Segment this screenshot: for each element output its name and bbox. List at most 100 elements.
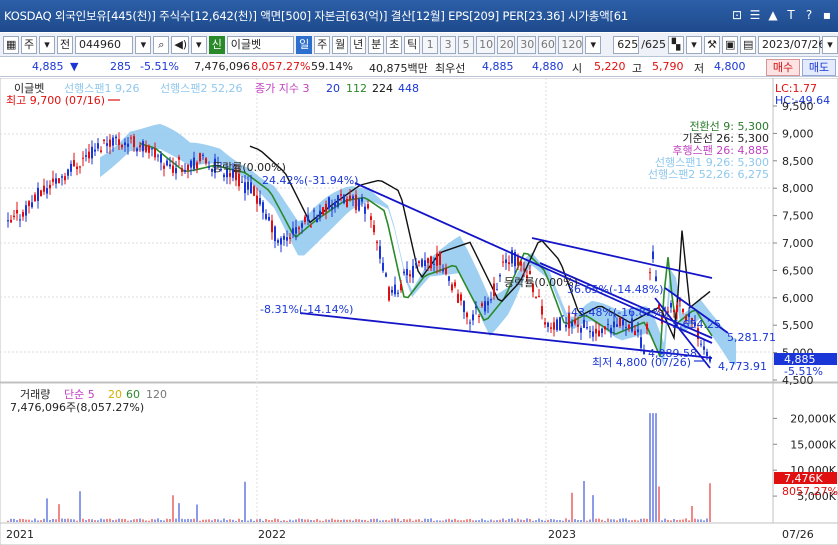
period-minute[interactable]: 분 bbox=[368, 35, 385, 54]
interval-5[interactable]: 5 bbox=[458, 35, 475, 54]
high-price: 5,790 bbox=[652, 60, 684, 73]
up-icon[interactable]: ▲ bbox=[766, 8, 780, 22]
interval-1[interactable]: 1 bbox=[422, 35, 439, 54]
candle-body bbox=[22, 212, 24, 217]
close-icon[interactable]: ▪ bbox=[820, 8, 834, 22]
interval-3[interactable]: 3 bbox=[440, 35, 457, 54]
candle-body bbox=[499, 274, 501, 277]
candle-body bbox=[637, 329, 639, 333]
candle-body bbox=[445, 267, 447, 274]
candle-body bbox=[565, 324, 567, 328]
interval-20[interactable]: 20 bbox=[496, 35, 516, 54]
candle-body bbox=[241, 181, 243, 183]
candle-body bbox=[391, 289, 393, 293]
candle-body bbox=[433, 263, 435, 265]
volume-current-pct: 8057.27% bbox=[782, 485, 838, 498]
candle-body bbox=[676, 305, 678, 312]
period-month[interactable]: 월 bbox=[332, 35, 349, 54]
best-bid: 4,880 bbox=[532, 60, 564, 73]
font-icon[interactable]: T bbox=[784, 8, 798, 22]
candle-body bbox=[604, 326, 606, 330]
candle-body bbox=[670, 303, 672, 308]
annotation-val-2: 5,281.71 bbox=[727, 331, 776, 344]
candle-body bbox=[475, 306, 477, 309]
price-tick-label: 7,500 bbox=[782, 210, 814, 223]
chart-tools-icon[interactable]: ▚ bbox=[668, 35, 684, 54]
code-dropdown-icon[interactable]: ▾ bbox=[135, 35, 152, 54]
count-input[interactable]: 625 bbox=[613, 35, 640, 54]
restore-icon[interactable]: ⊡ bbox=[730, 8, 744, 22]
help-icon[interactable]: ? bbox=[802, 8, 816, 22]
candle-body bbox=[520, 261, 522, 266]
candle-body bbox=[592, 331, 594, 337]
interval-60[interactable]: 60 bbox=[537, 35, 557, 54]
buy-button[interactable]: 매수 bbox=[766, 59, 800, 76]
period-year[interactable]: 년 bbox=[350, 35, 367, 54]
candle-body bbox=[505, 259, 507, 263]
stock-chart[interactable]: 이글벳 선행스팬1 9,26 선행스팬2 52,26 종가 지수 3 20 11… bbox=[0, 78, 838, 545]
date-dropdown-icon[interactable]: ▾ bbox=[822, 35, 838, 54]
volume-legend-ma20: 20 bbox=[108, 388, 122, 401]
grid-menu-icon[interactable]: ▦ bbox=[3, 35, 19, 54]
interval-120[interactable]: 120 bbox=[558, 35, 584, 54]
market-select[interactable]: 주 bbox=[21, 35, 37, 54]
open-price: 5,220 bbox=[594, 60, 626, 73]
annotation-pct-1: 24.42%(-31.94%) bbox=[262, 174, 358, 187]
candle-body bbox=[451, 284, 453, 291]
period-day[interactable]: 일 bbox=[296, 35, 313, 54]
candle-body bbox=[610, 327, 612, 334]
ichimoku-lead2: 선행스팬2 52,26: 6,275 bbox=[648, 168, 769, 181]
search-icon[interactable]: ⌕ bbox=[153, 35, 170, 54]
candle-body bbox=[151, 148, 153, 150]
candle-body bbox=[481, 303, 483, 307]
candle-body bbox=[538, 295, 540, 297]
code-input[interactable]: 044960 bbox=[75, 35, 134, 54]
tools-dropdown-icon[interactable]: ▾ bbox=[686, 35, 702, 54]
best-ask: 4,885 bbox=[482, 60, 514, 73]
price-tick-label: 9,500 bbox=[782, 100, 814, 113]
sell-button[interactable]: 매도 bbox=[802, 59, 836, 76]
calendar-icon[interactable]: ▤ bbox=[740, 35, 756, 54]
candle-body bbox=[400, 284, 402, 291]
candle-body bbox=[508, 262, 510, 265]
interval-30[interactable]: 30 bbox=[517, 35, 536, 54]
market-dropdown-icon[interactable]: ▾ bbox=[39, 35, 55, 54]
price-tick-label: 8,000 bbox=[782, 182, 814, 195]
candle-body bbox=[343, 194, 345, 203]
sound-icon[interactable]: ◀) bbox=[171, 35, 189, 54]
candle-body bbox=[586, 327, 588, 329]
candle-body bbox=[331, 206, 333, 210]
interval-10[interactable]: 10 bbox=[476, 35, 495, 54]
interval-dropdown-icon[interactable]: ▾ bbox=[585, 35, 602, 54]
sound-dropdown-icon[interactable]: ▾ bbox=[190, 35, 207, 54]
candle-body bbox=[346, 198, 348, 208]
candle-body bbox=[169, 164, 171, 167]
jeon-button[interactable]: 전 bbox=[57, 35, 73, 54]
candle-body bbox=[238, 173, 240, 187]
period-second[interactable]: 초 bbox=[386, 35, 403, 54]
count-total: /625 bbox=[641, 38, 666, 51]
settings-icon[interactable]: ⚒ bbox=[704, 35, 720, 54]
period-tick[interactable]: 틱 bbox=[404, 35, 421, 54]
candle-body bbox=[16, 209, 18, 214]
candle-body bbox=[601, 328, 603, 334]
candle-body bbox=[367, 204, 369, 209]
candle-body bbox=[622, 319, 624, 326]
menu-icon[interactable]: ☰ bbox=[748, 8, 762, 22]
candle-body bbox=[559, 317, 561, 331]
stock-name: 이글벳 bbox=[226, 35, 295, 54]
candle-body bbox=[403, 271, 405, 274]
candle-body bbox=[106, 143, 108, 146]
date-input[interactable]: 2023/07/26 bbox=[758, 35, 825, 54]
candle-body bbox=[673, 309, 675, 313]
period-week[interactable]: 주 bbox=[314, 35, 331, 54]
candle-body bbox=[562, 315, 564, 317]
save-icon[interactable]: ▣ bbox=[722, 35, 738, 54]
candle-body bbox=[67, 169, 69, 176]
annotation-pct-4: -43.48%(-16.81%) bbox=[567, 306, 667, 319]
candle-body bbox=[304, 216, 306, 222]
candle-body bbox=[427, 258, 429, 264]
annotation-pct-3: 36.65%(-14.48%) bbox=[567, 283, 663, 296]
candle-body bbox=[376, 241, 378, 244]
volume-tick-label: 20,000K bbox=[790, 412, 836, 425]
